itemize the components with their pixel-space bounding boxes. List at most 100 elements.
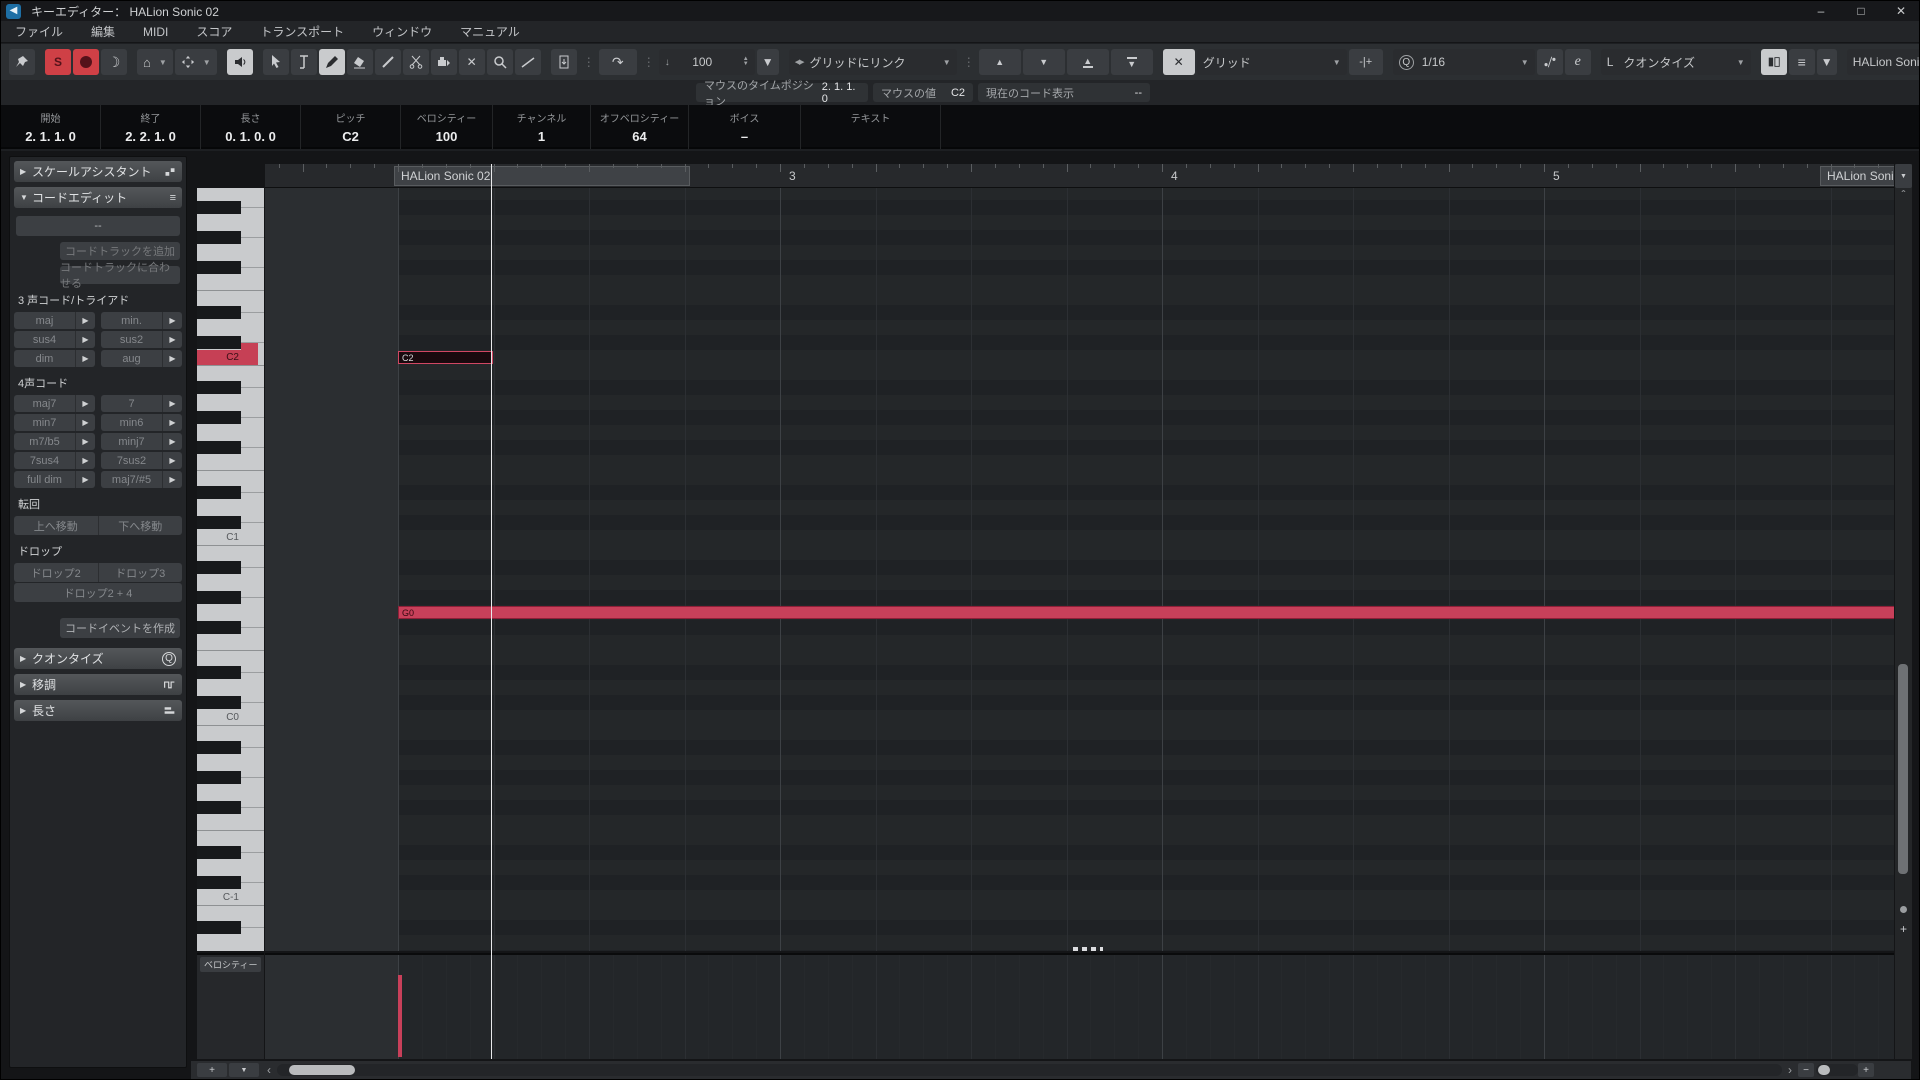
pin-tool-button[interactable] [9,49,35,75]
section-scale-assistant[interactable]: ▶ スケールアシスタント [14,161,182,182]
record-button[interactable] [73,49,99,75]
piano-key-F#0[interactable] [197,621,241,634]
chord-button-minj7[interactable]: minj7▶ [101,433,182,450]
tuplet-button[interactable] [1537,49,1563,75]
chord-button-min7[interactable]: min7▶ [14,414,95,431]
chord-button-min6[interactable]: min6▶ [101,414,182,431]
piano-key-F0[interactable] [197,635,241,650]
move-up-button[interactable]: 上へ移動 [14,516,98,535]
scroll-up-button[interactable]: ˆ [1895,188,1912,202]
piano-key-G-1[interactable] [197,785,241,800]
info-field-1[interactable]: 終了2. 2. 1. 0 [101,105,201,149]
piano-key-F#2[interactable] [197,261,241,274]
maximize-button[interactable]: □ [1841,1,1881,21]
piano-key-A-2[interactable] [197,935,241,950]
info-field-2[interactable]: 長さ0. 1. 0. 0 [201,105,301,149]
controller-lane-menu-button[interactable]: ▼ [229,1063,259,1077]
chord-play-arrow-icon[interactable]: ▶ [162,331,182,348]
add-chord-track-button[interactable]: コードトラックを追加 [60,242,180,260]
snap-button[interactable]: ✕ [1163,49,1195,75]
velocity-lane-label[interactable]: ベロシティー [200,957,261,972]
piano-key-A-1[interactable] [197,755,241,770]
piano-key-A#2[interactable] [197,201,241,214]
piano-key-B1[interactable] [197,365,241,380]
section-transpose[interactable]: ▶ 移調 [14,674,182,695]
chord-play-arrow-icon[interactable]: ▶ [75,471,95,488]
drop3-button[interactable]: ドロップ3 [98,563,183,582]
minimize-button[interactable]: – [1801,1,1841,21]
info-field-5[interactable]: チャンネル1 [493,105,591,149]
chord-button-7sus4[interactable]: 7sus4▶ [14,452,95,469]
piano-key-G#0[interactable] [197,591,241,604]
lane-resize-handle[interactable] [1073,947,1103,951]
close-button[interactable]: ✕ [1881,1,1920,21]
iterative-quantize-button[interactable]: e [1565,49,1591,75]
acoustic-feedback-button[interactable]: ☽ [101,49,127,75]
chord-play-arrow-icon[interactable]: ▶ [162,312,182,329]
piano-key-A#0[interactable] [197,561,241,574]
chord-play-arrow-icon[interactable]: ▶ [75,350,95,367]
chord-button-sus2[interactable]: sus2▶ [101,331,182,348]
midi-note-C2[interactable]: C2 [398,351,493,364]
piano-key-B-2[interactable] [197,905,241,920]
select-tool[interactable] [263,49,289,75]
range-tool[interactable] [291,49,317,75]
piano-key-D#-1[interactable] [197,846,241,859]
piano-key-G#1[interactable] [197,411,241,424]
info-field-4[interactable]: ベロシティー100 [401,105,493,149]
info-field-6[interactable]: オフベロシティー64 [591,105,689,149]
layer-mode-button[interactable]: ≡ [1789,49,1815,75]
part-start-label[interactable]: HALion Sonic 02 [394,166,690,186]
quantize-preset-combo[interactable]: Q 1/16 ▼ [1393,49,1535,75]
piano-key-D#0[interactable] [197,666,241,679]
scroll-left-button[interactable]: ‹ [261,1063,277,1077]
zoom-slider-thumb[interactable] [1818,1065,1830,1075]
zoom-out-button[interactable]: − [1798,1063,1814,1077]
chord-button-aug[interactable]: aug▶ [101,350,182,367]
info-field-3[interactable]: ピッチC2 [301,105,401,149]
piano-key-F#1[interactable] [197,441,241,454]
piano-key-D0[interactable] [197,680,241,695]
vertical-zoom-in-button[interactable]: + [1895,922,1912,936]
chord-play-arrow-icon[interactable]: ▶ [162,395,182,412]
piano-key-B2[interactable] [197,188,241,200]
midi-note-G0[interactable]: G0 [398,606,1894,619]
chord-button-maj75[interactable]: maj7/#5▶ [101,471,182,488]
zoom-slider[interactable] [1816,1064,1858,1076]
draw-tool[interactable] [319,49,345,75]
transpose-up-button[interactable]: ▲ [979,49,1021,75]
piano-key-D-1[interactable] [197,860,241,875]
piano-key-F-1[interactable] [197,815,241,830]
mute-tool[interactable]: ✕ [459,49,485,75]
chord-play-arrow-icon[interactable]: ▶ [162,452,182,469]
split-tool[interactable] [403,49,429,75]
chord-play-arrow-icon[interactable]: ▶ [75,452,95,469]
chord-play-arrow-icon[interactable]: ▶ [75,331,95,348]
piano-key-D#1[interactable] [197,486,241,499]
nudge-combo[interactable]: ▼ [175,49,217,75]
menu-item-3[interactable]: スコア [182,21,246,43]
grid-relative-button[interactable]: -|+ [1349,49,1383,75]
trim-tool[interactable] [375,49,401,75]
piano-key-G2[interactable] [197,245,241,260]
chord-play-arrow-icon[interactable]: ▶ [162,433,182,450]
piano-key-A1[interactable] [197,395,241,410]
note-display[interactable]: C2 G0 [265,188,1894,951]
menu-item-4[interactable]: トランスポート [246,21,358,43]
chord-play-arrow-icon[interactable]: ▶ [75,433,95,450]
velocity-lane[interactable] [265,953,1894,1059]
menu-item-1[interactable]: 編集 [77,21,129,43]
chord-play-arrow-icon[interactable]: ▶ [75,395,95,412]
info-field-0[interactable]: 開始2. 1. 1. 0 [1,105,101,149]
piano-key-G#-1[interactable] [197,771,241,784]
link-grid-combo[interactable]: ◀▶ グリッドにリンク ▼ [789,49,957,75]
snap-type-combo[interactable]: グリッド ▼ [1197,49,1347,75]
piano-key-C#-1[interactable] [197,876,241,889]
drop2-button[interactable]: ドロップ2 [14,563,98,582]
timeline-ruler[interactable]: HALion Sonic 02 HALion Soni 345 [265,164,1894,188]
drop2-4-button[interactable]: ドロップ2 + 4 [14,583,182,602]
piano-key-G0[interactable] [197,605,241,620]
piano-key-B-1[interactable] [197,725,241,740]
glue-tool[interactable] [431,49,457,75]
piano-key-C#2[interactable] [197,336,241,349]
